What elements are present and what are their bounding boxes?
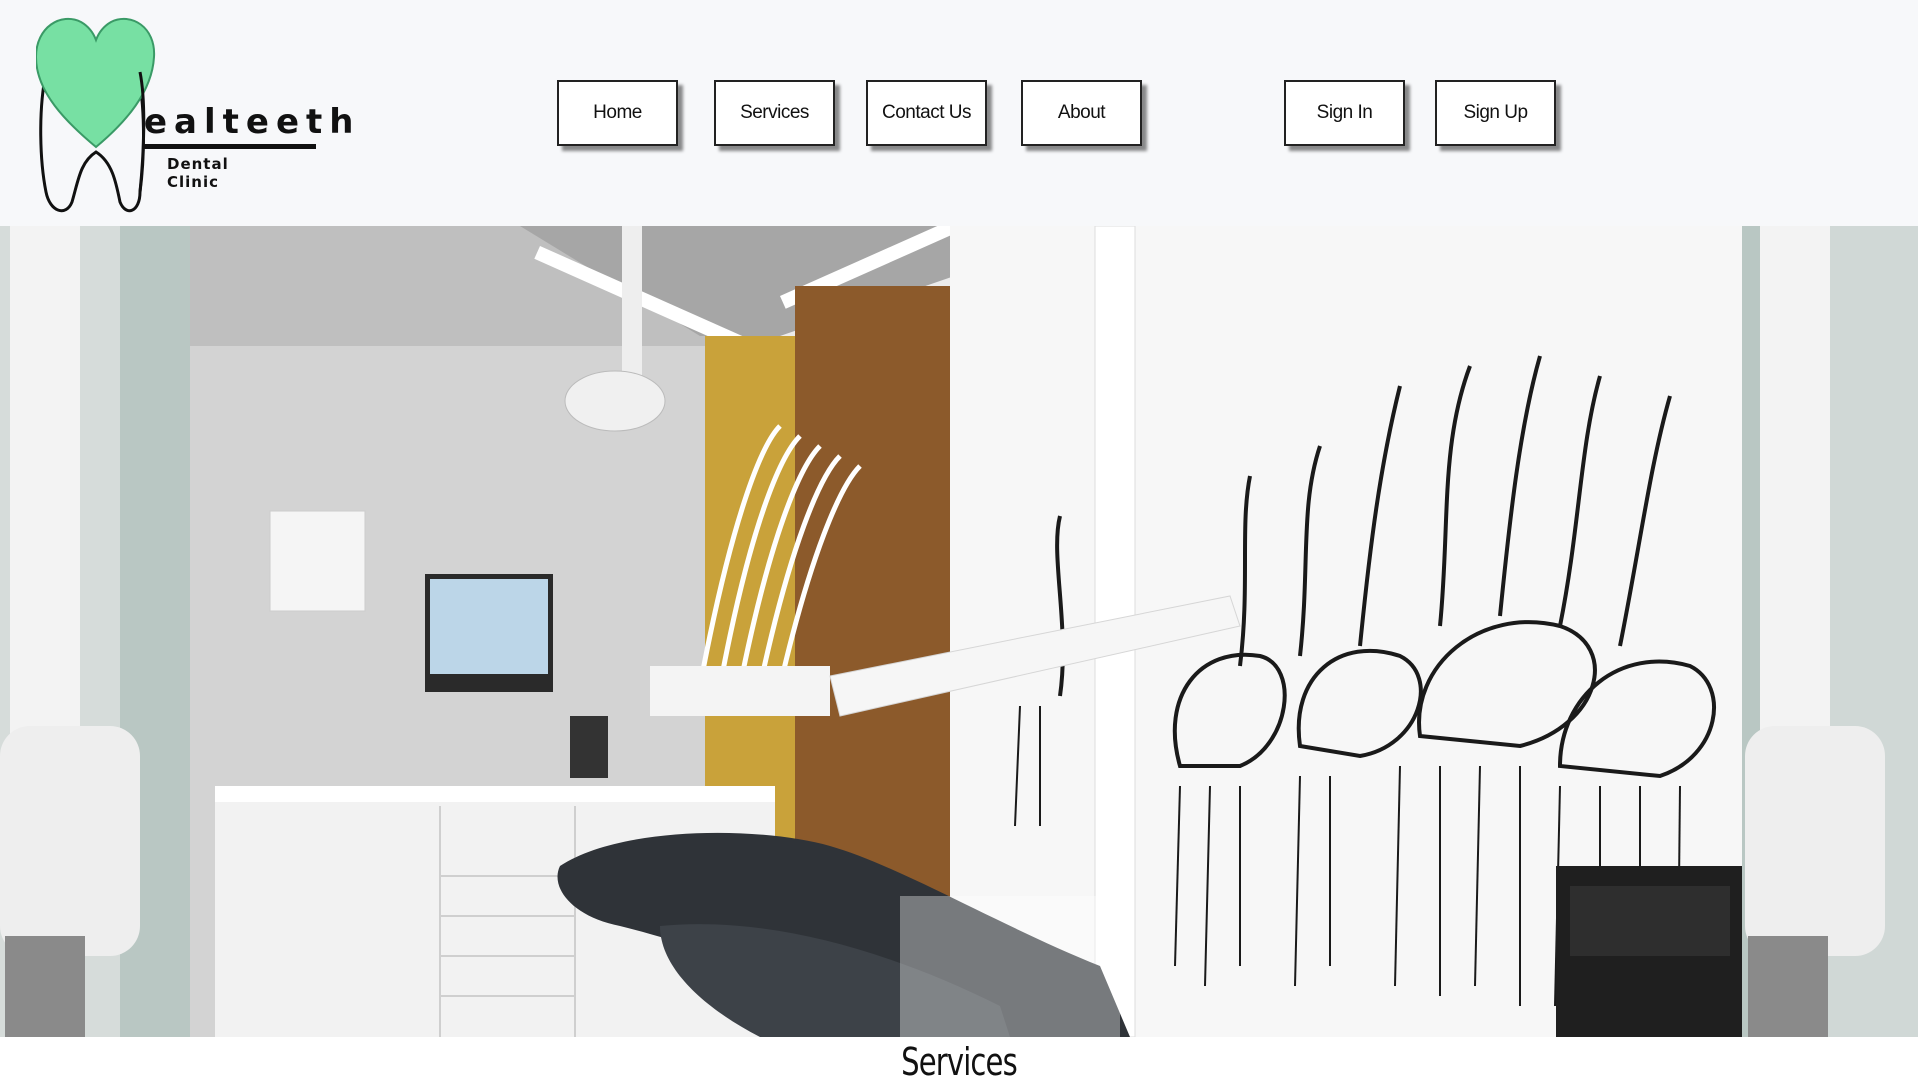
logo-underline <box>144 144 316 149</box>
header: ealteeth Dental Clinic Home Services Con… <box>0 0 1918 226</box>
services-section-title: Services <box>901 1040 1018 1080</box>
sign-in-button[interactable]: Sign In <box>1284 80 1405 146</box>
page: ealteeth Dental Clinic Home Services Con… <box>0 0 1920 1080</box>
nav-contact-button[interactable]: Contact Us <box>866 80 987 146</box>
logo-subtitle: Dental Clinic <box>167 155 229 191</box>
dental-clinic-photo <box>0 226 1918 1037</box>
sign-up-button[interactable]: Sign Up <box>1435 80 1556 146</box>
nav-about-button[interactable]: About <box>1021 80 1142 146</box>
nav-home-button[interactable]: Home <box>557 80 678 146</box>
nav-services-button[interactable]: Services <box>714 80 835 146</box>
clinic-logo[interactable]: ealteeth Dental Clinic <box>36 12 354 217</box>
logo-name: ealteeth <box>144 102 361 142</box>
hero-image <box>0 226 1918 1037</box>
